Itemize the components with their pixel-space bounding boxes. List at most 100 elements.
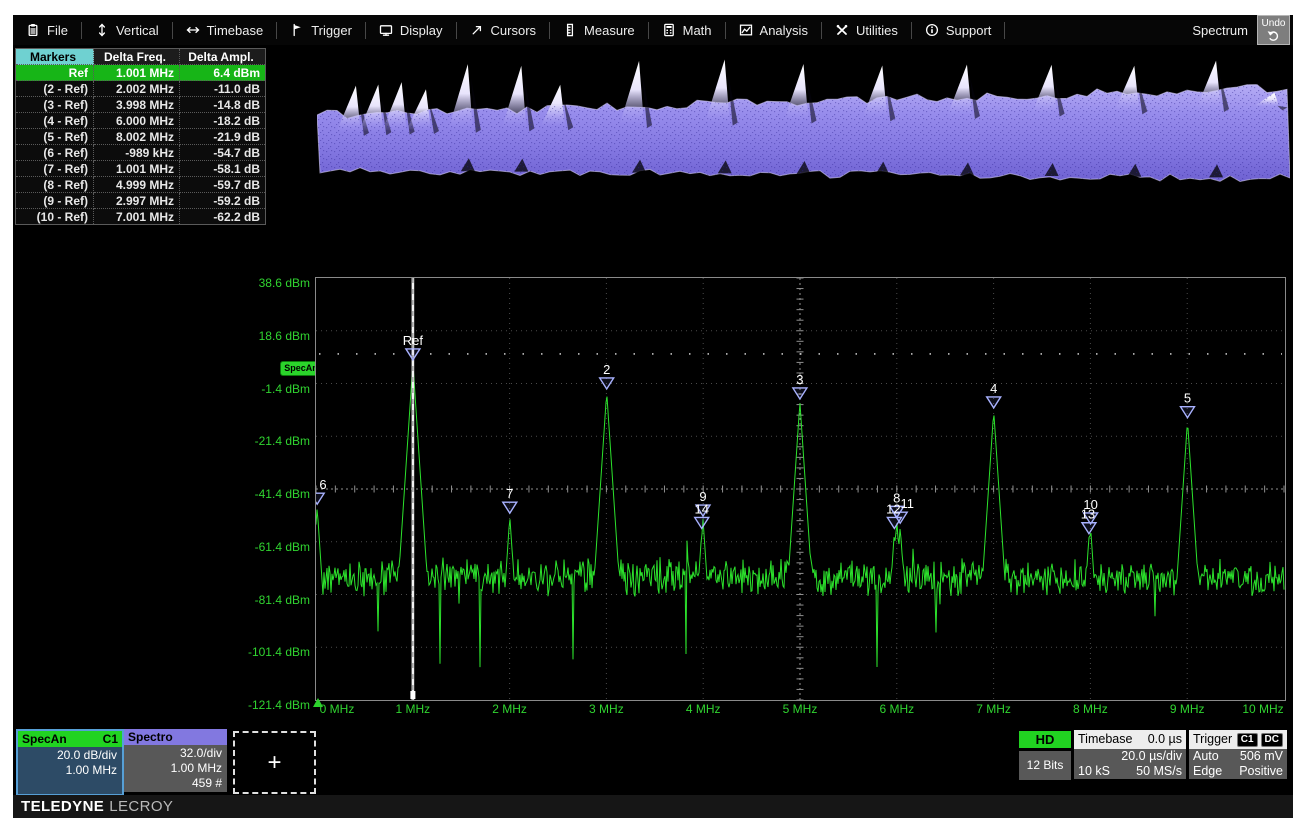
y-axis-label: -1.4 dBm xyxy=(238,382,310,396)
math-icon xyxy=(662,23,676,37)
x-axis-label: 1 MHz xyxy=(383,702,443,716)
x-axis-label: 3 MHz xyxy=(576,702,636,716)
markers-table-header: Markers Delta Freq. Delta Ampl. xyxy=(16,49,266,65)
specan-title: SpecAn xyxy=(22,731,67,747)
marker-row[interactable]: (8 - Ref)4.999 MHz-59.7 dB xyxy=(16,177,266,193)
svg-text:12: 12 xyxy=(886,501,900,516)
undo-button-label: Undo xyxy=(1262,19,1286,29)
svg-text:4: 4 xyxy=(990,381,997,396)
specan-scale: 20.0 dB/div xyxy=(22,748,117,763)
brand-logo-lecroy: LECROY xyxy=(109,798,173,815)
x-axis-label: 10 MHz xyxy=(1233,702,1293,716)
timebase-box[interactable]: Timebase 0.0 µs 20.0 µs/div 10 kS 50 MS/… xyxy=(1074,730,1186,779)
trigger-title: Trigger xyxy=(1193,730,1232,749)
markers-table: Markers Delta Freq. Delta Ampl. Ref1.001… xyxy=(15,48,266,225)
x-axis-label: 9 MHz xyxy=(1157,702,1217,716)
menu-item-vertical[interactable]: Vertical xyxy=(82,15,172,45)
menu-item-support[interactable]: Support xyxy=(912,15,1005,45)
timebase-offset: 0.0 µs xyxy=(1148,730,1182,749)
x-axis-label: 7 MHz xyxy=(964,702,1024,716)
delta-ampl-header-cell[interactable]: Delta Ampl. xyxy=(180,49,266,65)
y-axis-label: -101.4 dBm xyxy=(238,645,310,659)
marker-row[interactable]: (5 - Ref)8.002 MHz-21.9 dB xyxy=(16,129,266,145)
marker-row[interactable]: Ref1.001 MHz6.4 dBm xyxy=(16,65,266,81)
hd-mode-badge[interactable]: HD xyxy=(1019,731,1071,748)
svg-text:6: 6 xyxy=(319,477,326,492)
spectrum-plot[interactable]: Ref234567891011121314 xyxy=(315,277,1286,701)
timebase-samples: 10 kS xyxy=(1078,764,1110,779)
x-axis-label: 5 MHz xyxy=(770,702,830,716)
y-axis-label: -21.4 dBm xyxy=(238,434,310,448)
measure-icon xyxy=(563,23,577,37)
menu-item-analysis[interactable]: Analysis xyxy=(726,15,821,45)
trigger-coupling-badge: DC xyxy=(1261,733,1283,747)
y-axis-label: 18.6 dBm xyxy=(238,329,310,343)
specan-channel: C1 xyxy=(103,731,118,747)
markers-header-cell[interactable]: Markers xyxy=(16,49,94,65)
menu-item-file[interactable]: File xyxy=(13,15,81,45)
marker-row[interactable]: (2 - Ref)2.002 MHz-11.0 dB xyxy=(16,81,266,97)
x-axis-label: 4 MHz xyxy=(673,702,733,716)
cursors-icon xyxy=(470,23,484,37)
y-axis-label: -41.4 dBm xyxy=(238,487,310,501)
marker-row[interactable]: (9 - Ref)2.997 MHz-59.2 dB xyxy=(16,193,266,209)
file-icon xyxy=(26,23,40,37)
y-axis-label: -61.4 dBm xyxy=(238,540,310,554)
menu-item-cursors[interactable]: Cursors xyxy=(457,15,550,45)
menu-item-utilities[interactable]: Utilities xyxy=(822,15,911,45)
specan-descriptor-box[interactable]: SpecAn C1 20.0 dB/div 1.00 MHz xyxy=(16,729,124,796)
y-axis-label: 38.6 dBm xyxy=(238,276,310,290)
trigger-type: Edge xyxy=(1193,764,1222,779)
timebase-icon xyxy=(186,23,200,37)
display-icon xyxy=(379,23,393,37)
y-axis-label: -121.4 dBm xyxy=(238,698,310,712)
x-axis-label: 8 MHz xyxy=(1060,702,1120,716)
spectrogram-3d-view[interactable] xyxy=(317,53,1290,185)
trigger-mode: Auto xyxy=(1193,749,1219,764)
trigger-source-badge: C1 xyxy=(1237,733,1258,747)
svg-text:3: 3 xyxy=(796,372,803,387)
menu-separator xyxy=(1004,22,1005,39)
screenshot-root: FileVerticalTimebaseTriggerDisplayCursor… xyxy=(0,0,1306,826)
analysis-icon xyxy=(739,23,753,37)
menu-item-display[interactable]: Display xyxy=(366,15,456,45)
svg-text:11: 11 xyxy=(900,496,914,511)
spectro-count: 459 # xyxy=(128,776,222,791)
marker-row[interactable]: (4 - Ref)6.000 MHz-18.2 dB xyxy=(16,113,266,129)
spectro-span: 1.00 MHz xyxy=(128,761,222,776)
marker-row[interactable]: (7 - Ref)1.001 MHz-58.1 dB xyxy=(16,161,266,177)
add-trace-button[interactable]: + xyxy=(233,731,316,794)
trigger-box[interactable]: Trigger C1 DC Auto 506 mV Edge Positive xyxy=(1189,730,1287,779)
y-axis-label: -81.4 dBm xyxy=(238,593,310,607)
timebase-scale: 20.0 µs/div xyxy=(1078,749,1182,764)
menu-item-trigger[interactable]: Trigger xyxy=(277,15,365,45)
marker-row[interactable]: (6 - Ref)-989 kHz-54.7 dB xyxy=(16,145,266,161)
brand-logo-teledyne: TELEDYNE xyxy=(21,798,104,815)
marker-row[interactable]: (3 - Ref)3.998 MHz-14.8 dB xyxy=(16,97,266,113)
specan-span: 1.00 MHz xyxy=(22,763,117,778)
svg-text:2: 2 xyxy=(603,362,610,377)
marker-row[interactable]: (10 - Ref)7.001 MHz-62.2 dB xyxy=(16,209,266,225)
timebase-rate: 50 MS/s xyxy=(1136,764,1182,779)
delta-freq-header-cell[interactable]: Delta Freq. xyxy=(94,49,180,65)
menu-item-measure[interactable]: Measure xyxy=(550,15,648,45)
spectro-scale: 32.0/div xyxy=(128,746,222,761)
undo-button[interactable]: Undo xyxy=(1257,15,1290,45)
menu-item-timebase[interactable]: Timebase xyxy=(173,15,277,45)
menu-item-math[interactable]: Math xyxy=(649,15,725,45)
svg-text:5: 5 xyxy=(1184,391,1191,406)
utilities-icon xyxy=(835,23,849,37)
undo-icon xyxy=(1267,30,1280,41)
trigger-icon xyxy=(290,23,304,37)
frequency-origin-arrow xyxy=(313,698,323,707)
hd-bits-box[interactable]: 12 Bits xyxy=(1019,751,1071,780)
plus-icon: + xyxy=(267,749,281,777)
brand-logo: TELEDYNE LECROY xyxy=(13,795,1293,818)
timebase-title: Timebase xyxy=(1078,730,1132,749)
spectro-title: Spectro xyxy=(128,729,173,745)
trigger-slope: Positive xyxy=(1239,764,1283,779)
menu-bar: FileVerticalTimebaseTriggerDisplayCursor… xyxy=(13,15,1293,45)
trigger-level: 506 mV xyxy=(1240,749,1283,764)
spectrogram-descriptor-box[interactable]: Spectro 32.0/div 1.00 MHz 459 # xyxy=(124,729,227,792)
svg-text:7: 7 xyxy=(506,486,513,501)
